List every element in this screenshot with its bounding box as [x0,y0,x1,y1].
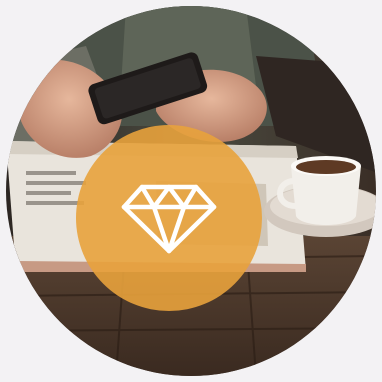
diamond-badge [76,125,262,311]
badge-circle [76,125,262,311]
icon-tile [0,0,382,382]
